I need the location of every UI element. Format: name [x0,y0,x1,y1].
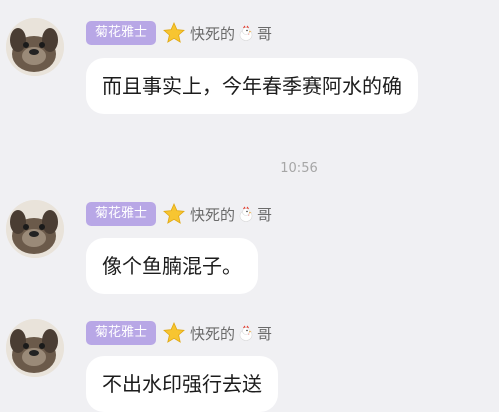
chicken-icon [239,325,253,341]
nickname[interactable]: 快死的 [190,23,235,44]
nickname[interactable]: 快死的 [190,323,235,344]
sender-meta: 菊花雅士 快死的 哥 [86,320,272,346]
star-icon [163,203,185,224]
title-badge: 菊花雅士 [86,321,157,345]
dog-avatar-icon [6,200,64,258]
title-badge: 菊花雅士 [86,202,157,226]
nickname-suffix: 哥 [257,24,273,43]
chicken-icon [239,206,253,222]
message-timestamp: 10:56 [280,161,318,176]
avatar[interactable] [6,18,64,76]
nickname-suffix: 哥 [257,324,273,343]
dog-avatar-icon [6,18,64,76]
avatar[interactable] [6,200,64,258]
dog-avatar-icon [6,319,64,377]
chicken-icon [239,25,253,41]
star-icon [163,22,185,43]
message-bubble[interactable]: 像个鱼腩混子。 [86,238,258,294]
star-icon [163,322,185,343]
message-bubble[interactable]: 不出水印强行去送 [86,356,278,412]
sender-meta: 菊花雅士 快死的 哥 [86,201,272,227]
nickname[interactable]: 快死的 [190,204,235,225]
title-badge: 菊花雅士 [86,21,157,45]
message-bubble[interactable]: 而且事实上，今年春季赛阿水的确 [86,58,418,114]
sender-meta: 菊花雅士 快死的 哥 [86,20,272,46]
nickname-suffix: 哥 [257,205,273,224]
avatar[interactable] [6,319,64,377]
